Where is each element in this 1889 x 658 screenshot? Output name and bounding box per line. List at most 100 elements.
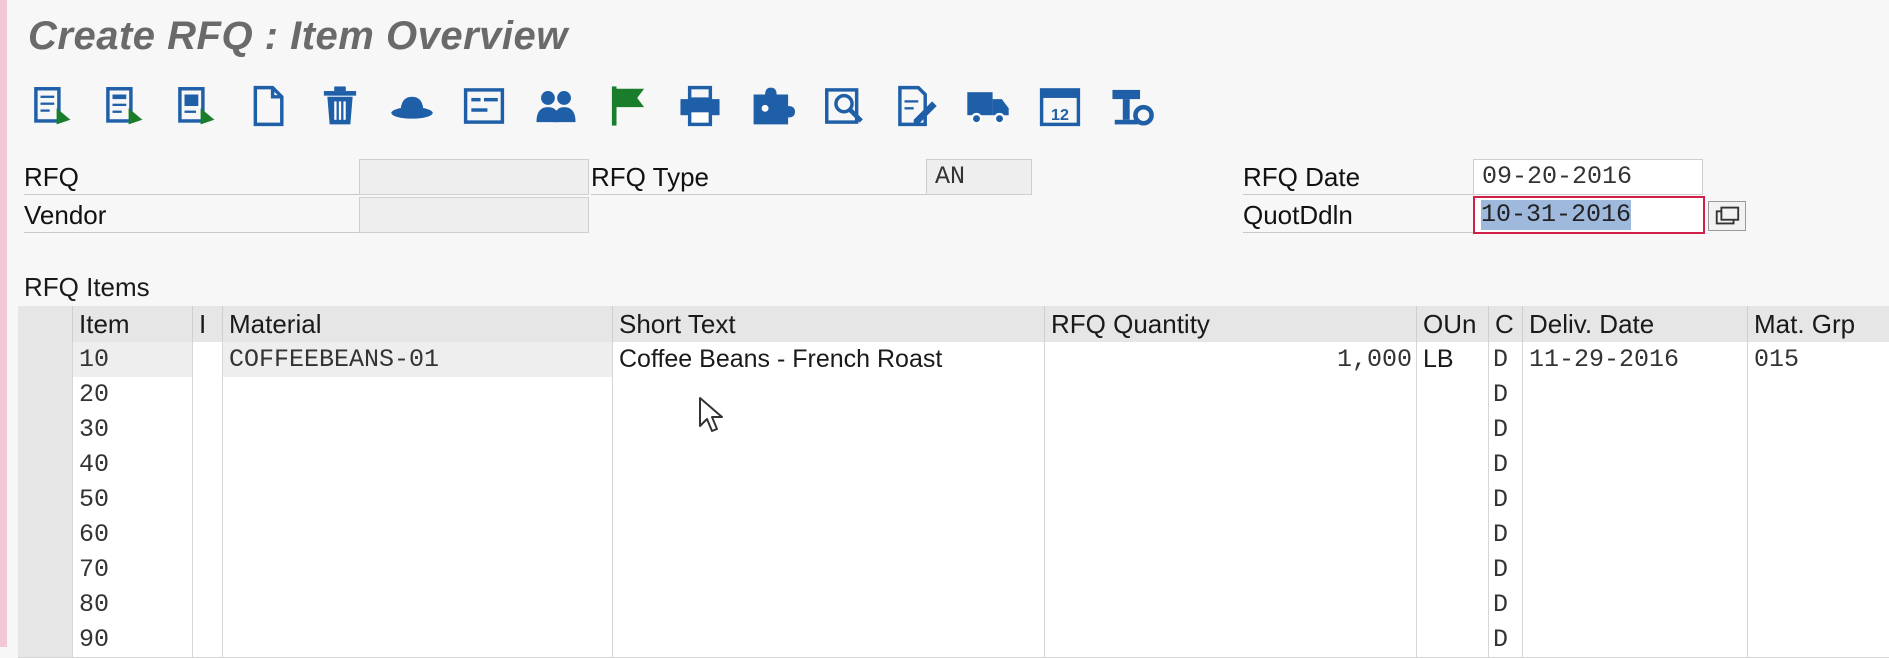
oun-cell[interactable] — [1417, 482, 1489, 517]
oun-cell[interactable] — [1417, 377, 1489, 412]
deliv-date-cell[interactable] — [1523, 482, 1748, 517]
mat-grp-cell[interactable] — [1748, 482, 1889, 517]
material-cell[interactable] — [223, 517, 613, 552]
column-header-i[interactable]: I — [193, 306, 223, 342]
oun-cell[interactable] — [1417, 412, 1489, 447]
column-header-material[interactable]: Material — [223, 306, 613, 342]
vendor-field[interactable] — [359, 197, 589, 233]
i-cell[interactable] — [193, 447, 223, 482]
material-cell[interactable] — [223, 552, 613, 587]
column-header-mat-grp[interactable]: Mat. Grp — [1748, 306, 1889, 342]
deliv-date-cell[interactable] — [1523, 377, 1748, 412]
quantity-cell[interactable] — [1045, 622, 1417, 657]
i-cell[interactable] — [193, 517, 223, 552]
oun-cell[interactable] — [1417, 552, 1489, 587]
c-cell[interactable]: D — [1489, 587, 1523, 622]
quantity-cell[interactable] — [1045, 587, 1417, 622]
row-selector-header[interactable] — [18, 306, 73, 342]
deliv-date-cell[interactable] — [1523, 447, 1748, 482]
deliv-date-cell[interactable] — [1523, 587, 1748, 622]
material-cell[interactable] — [223, 412, 613, 447]
material-cell[interactable] — [223, 447, 613, 482]
quantity-cell[interactable] — [1045, 377, 1417, 412]
quantity-cell[interactable] — [1045, 447, 1417, 482]
deliv-date-cell[interactable] — [1523, 552, 1748, 587]
truck-icon[interactable] — [962, 82, 1014, 130]
i-cell[interactable] — [193, 377, 223, 412]
item-cell[interactable]: 60 — [73, 517, 193, 552]
short-text-cell[interactable] — [613, 587, 1045, 622]
edit-icon[interactable] — [890, 82, 942, 130]
material-cell[interactable] — [223, 377, 613, 412]
new-document-icon[interactable] — [242, 82, 294, 130]
item-cell[interactable]: 90 — [73, 622, 193, 657]
short-text-cell[interactable] — [613, 377, 1045, 412]
short-text-cell[interactable] — [613, 412, 1045, 447]
item-cell[interactable]: 70 — [73, 552, 193, 587]
puzzle-icon[interactable] — [746, 82, 798, 130]
c-cell[interactable]: D — [1489, 342, 1523, 377]
i-cell[interactable] — [193, 482, 223, 517]
item-cell[interactable]: 40 — [73, 447, 193, 482]
quantity-cell[interactable] — [1045, 412, 1417, 447]
oun-cell[interactable] — [1417, 517, 1489, 552]
deliv-date-cell[interactable]: 11-29-2016 — [1523, 342, 1748, 377]
c-cell[interactable]: D — [1489, 482, 1523, 517]
value-help-button[interactable] — [1708, 201, 1746, 231]
c-cell[interactable]: D — [1489, 447, 1523, 482]
quantity-cell[interactable] — [1045, 517, 1417, 552]
quotation-deadline-field[interactable]: 10-31-2016 — [1473, 196, 1705, 234]
c-cell[interactable]: D — [1489, 517, 1523, 552]
short-text-cell[interactable] — [613, 622, 1045, 657]
quantity-cell[interactable]: 1,000 — [1045, 342, 1417, 377]
short-text-cell[interactable]: Coffee Beans - French Roast — [613, 342, 1045, 377]
mat-grp-cell[interactable] — [1748, 412, 1889, 447]
header-details-icon[interactable] — [26, 82, 78, 130]
item-cell[interactable]: 30 — [73, 412, 193, 447]
c-cell[interactable]: D — [1489, 622, 1523, 657]
mat-grp-cell[interactable] — [1748, 587, 1889, 622]
print-icon[interactable] — [674, 82, 726, 130]
deliv-date-cell[interactable] — [1523, 412, 1748, 447]
row-selector[interactable] — [18, 552, 73, 587]
item-details-icon[interactable] — [98, 82, 150, 130]
material-cell[interactable] — [223, 587, 613, 622]
flag-icon[interactable] — [602, 82, 654, 130]
row-selector[interactable] — [18, 587, 73, 622]
material-cell[interactable] — [223, 482, 613, 517]
deliv-date-cell[interactable] — [1523, 517, 1748, 552]
form-icon[interactable] — [458, 82, 510, 130]
rfq-date-field[interactable]: 09-20-2016 — [1473, 159, 1703, 195]
short-text-cell[interactable] — [613, 482, 1045, 517]
search-list-icon[interactable] — [818, 82, 870, 130]
hat-icon[interactable] — [386, 82, 438, 130]
row-selector[interactable] — [18, 342, 73, 377]
column-header-item[interactable]: Item — [73, 306, 193, 342]
i-cell[interactable] — [193, 552, 223, 587]
row-selector[interactable] — [18, 482, 73, 517]
mat-grp-cell[interactable] — [1748, 517, 1889, 552]
rfq-type-field[interactable]: AN — [926, 159, 1032, 195]
mat-grp-cell[interactable] — [1748, 377, 1889, 412]
item-cell[interactable]: 80 — [73, 587, 193, 622]
quantity-cell[interactable] — [1045, 552, 1417, 587]
mat-grp-cell[interactable] — [1748, 622, 1889, 657]
short-text-cell[interactable] — [613, 552, 1045, 587]
calendar-icon[interactable]: 12 — [1034, 82, 1086, 130]
delete-icon[interactable] — [314, 82, 366, 130]
mat-grp-cell[interactable] — [1748, 447, 1889, 482]
item-cell[interactable]: 20 — [73, 377, 193, 412]
i-cell[interactable] — [193, 412, 223, 447]
column-header-rfq-quantity[interactable]: RFQ Quantity — [1045, 306, 1417, 342]
column-header-deliv-date[interactable]: Deliv. Date — [1523, 306, 1748, 342]
c-cell[interactable]: D — [1489, 377, 1523, 412]
deliv-date-cell[interactable] — [1523, 622, 1748, 657]
row-selector[interactable] — [18, 622, 73, 657]
oun-cell[interactable]: LB — [1417, 342, 1489, 377]
users-icon[interactable] — [530, 82, 582, 130]
column-header-c[interactable]: C — [1489, 306, 1523, 342]
oun-cell[interactable] — [1417, 622, 1489, 657]
mat-grp-cell[interactable]: 015 — [1748, 342, 1889, 377]
row-selector[interactable] — [18, 377, 73, 412]
short-text-cell[interactable] — [613, 517, 1045, 552]
